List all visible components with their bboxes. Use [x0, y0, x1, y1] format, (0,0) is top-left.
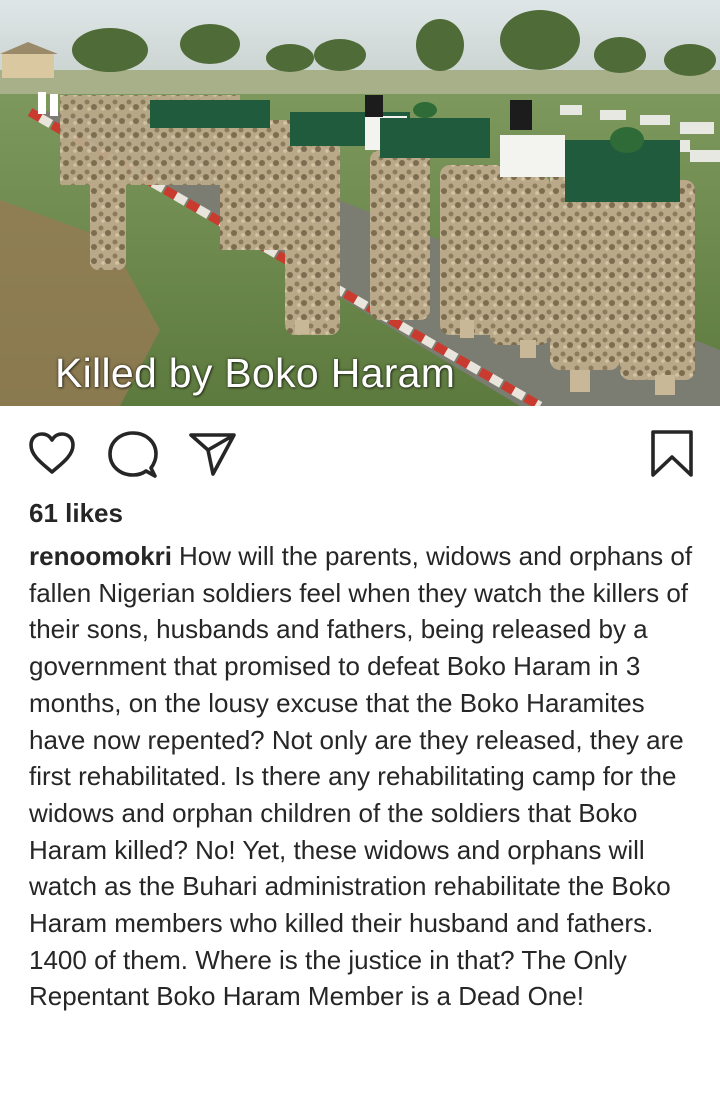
comment-bubble-icon[interactable]	[107, 428, 159, 480]
caption-text: How will the parents, widows and orphans…	[29, 541, 693, 1012]
paper-plane-icon[interactable]	[186, 428, 238, 480]
username-link[interactable]: renoomokri	[29, 541, 172, 571]
heart-icon[interactable]	[26, 428, 78, 480]
post-caption: renoomokri How will the parents, widows a…	[29, 538, 699, 1015]
bookmark-icon[interactable]	[646, 428, 698, 480]
post-action-bar	[0, 406, 720, 496]
photo-overlay-caption: Killed by Boko Haram	[55, 350, 456, 396]
post-photo[interactable]: Killed by Boko Haram	[0, 0, 720, 406]
likes-count[interactable]: 61 likes	[29, 498, 123, 529]
funeral-procession-photo	[0, 0, 720, 406]
